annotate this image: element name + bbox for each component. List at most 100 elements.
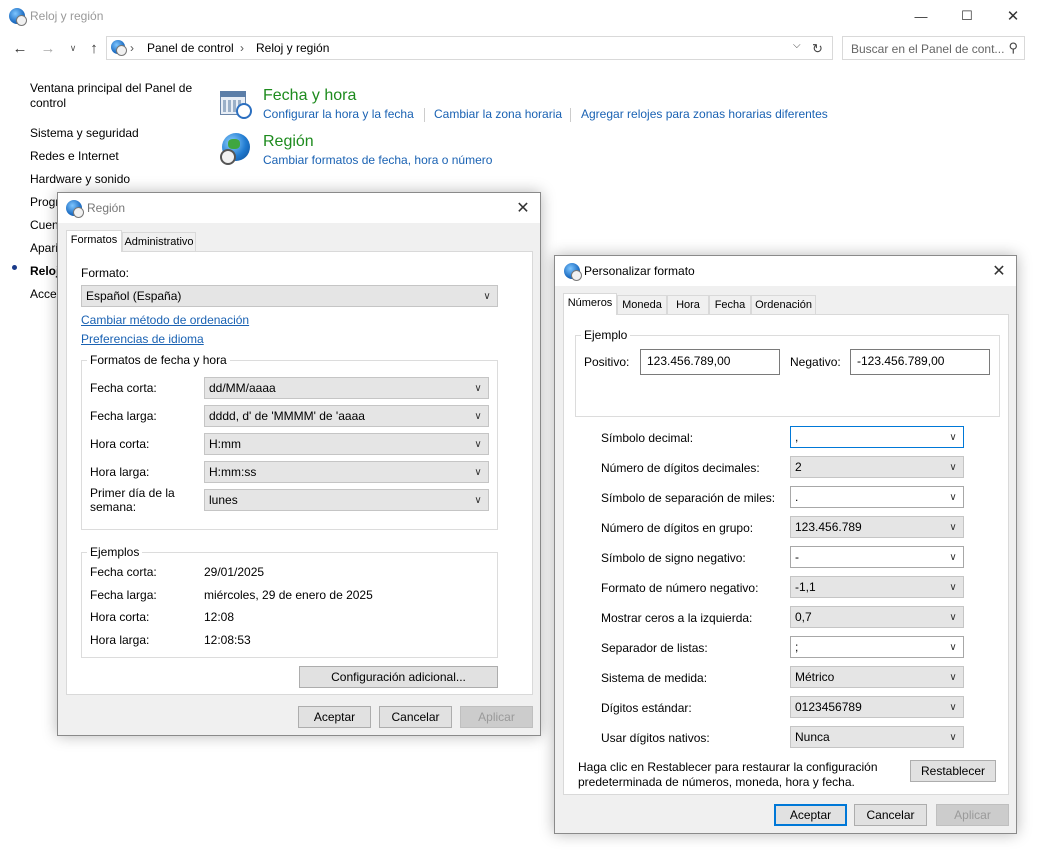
long-time-label: Hora larga: bbox=[90, 465, 150, 479]
decimal-digits-value: 2 bbox=[795, 460, 802, 474]
back-arrow-icon[interactable]: ← bbox=[10, 38, 30, 58]
positive-example-field: 123.456.789,00 bbox=[640, 349, 780, 375]
format-select[interactable]: Español (España) ∨ bbox=[81, 285, 498, 307]
negative-sign-select[interactable]: - ∨ bbox=[790, 546, 964, 568]
chevron-down-icon: ∨ bbox=[474, 494, 482, 506]
link-language-preferences[interactable]: Preferencias de idioma bbox=[81, 332, 204, 346]
refresh-icon[interactable]: ↻ bbox=[812, 41, 823, 57]
breadcrumb-control-panel[interactable]: Panel de control bbox=[147, 41, 234, 55]
up-arrow-icon[interactable]: ↑ bbox=[84, 38, 104, 58]
short-date-label: Fecha corta: bbox=[90, 381, 157, 395]
digit-grouping-select[interactable]: 123.456.789 ∨ bbox=[790, 516, 964, 538]
calendar-clock-icon bbox=[220, 89, 252, 119]
ok-button[interactable]: Aceptar bbox=[774, 804, 847, 826]
sidebar-item-accounts[interactable]: Cuen bbox=[30, 218, 59, 233]
tab-formats[interactable]: Formatos bbox=[66, 230, 122, 252]
tab-sorting[interactable]: Ordenación bbox=[751, 295, 816, 315]
link-set-date-time[interactable]: Configurar la hora y la fecha bbox=[263, 107, 414, 121]
decimal-symbol-select[interactable]: , ∨ bbox=[790, 426, 964, 448]
measurement-system-value: Métrico bbox=[795, 670, 835, 684]
tab-currency[interactable]: Moneda bbox=[617, 295, 667, 315]
long-date-select[interactable]: dddd, d' de 'MMMM' de 'aaaa ∨ bbox=[204, 405, 489, 427]
minimize-icon[interactable]: — bbox=[898, 0, 944, 32]
formats-panel: Formato: Español (España) ∨ Cambiar méto… bbox=[66, 251, 533, 695]
positive-value: 123.456.789,00 bbox=[647, 354, 731, 368]
decimal-symbol-label: Símbolo decimal: bbox=[601, 431, 694, 445]
native-digits-value: Nunca bbox=[795, 730, 830, 744]
example-label: Hora corta: bbox=[90, 610, 150, 624]
maximize-icon[interactable]: ☐ bbox=[944, 0, 990, 32]
long-date-value: dddd, d' de 'MMMM' de 'aaaa bbox=[209, 409, 365, 423]
standard-digits-select[interactable]: 0123456789 ∨ bbox=[790, 696, 964, 718]
reset-button[interactable]: Restablecer bbox=[910, 760, 996, 782]
decimal-digits-select[interactable]: 2 ∨ bbox=[790, 456, 964, 478]
negative-format-select[interactable]: -1,1 ∨ bbox=[790, 576, 964, 598]
breadcrumb-clock-region[interactable]: Reloj y región bbox=[256, 41, 329, 55]
reset-hint-line2: predeterminada de números, moneda, hora … bbox=[578, 775, 855, 789]
chevron-down-icon: ∨ bbox=[949, 491, 957, 503]
globe-clock-icon bbox=[220, 133, 252, 165]
sidebar-item-home[interactable]: Ventana principal del Panel de control bbox=[30, 81, 200, 111]
thousands-separator-select[interactable]: . ∨ bbox=[790, 486, 964, 508]
search-placeholder: Buscar en el Panel de cont... bbox=[851, 42, 1005, 56]
leading-zeros-select[interactable]: 0,7 ∨ bbox=[790, 606, 964, 628]
reset-hint-line1: Haga clic en Restablecer para restaurar … bbox=[578, 760, 878, 774]
short-time-select[interactable]: H:mm ∨ bbox=[204, 433, 489, 455]
sidebar-item-programs[interactable]: Progr bbox=[30, 195, 59, 210]
negative-sign-value: - bbox=[795, 550, 799, 564]
address-dropdown-icon[interactable]: ⌵ bbox=[793, 40, 801, 51]
additional-settings-button[interactable]: Configuración adicional... bbox=[299, 666, 498, 688]
short-date-select[interactable]: dd/MM/aaaa ∨ bbox=[204, 377, 489, 399]
negative-example-field: -123.456.789,00 bbox=[850, 349, 990, 375]
link-change-formats[interactable]: Cambiar formatos de fecha, hora o número bbox=[263, 153, 492, 167]
link-sort-method[interactable]: Cambiar método de ordenación bbox=[81, 313, 249, 327]
close-icon[interactable]: ✕ bbox=[512, 197, 534, 219]
sidebar-item-network[interactable]: Redes e Internet bbox=[30, 149, 119, 164]
apply-button[interactable]: Aplicar bbox=[936, 804, 1009, 826]
negative-label: Negativo: bbox=[790, 355, 841, 369]
chevron-down-icon: ∨ bbox=[474, 410, 482, 422]
format-label: Formato: bbox=[81, 266, 130, 280]
sidebar-item-hardware[interactable]: Hardware y sonido bbox=[30, 172, 130, 187]
first-day-select[interactable]: lunes ∨ bbox=[204, 489, 489, 511]
forward-arrow-icon[interactable]: → bbox=[38, 38, 58, 58]
native-digits-label: Usar dígitos nativos: bbox=[601, 731, 710, 745]
tab-date[interactable]: Fecha bbox=[709, 295, 751, 315]
close-icon[interactable]: ✕ bbox=[990, 0, 1036, 32]
long-time-value: H:mm:ss bbox=[209, 465, 257, 479]
link-add-clocks[interactable]: Agregar relojes para zonas horarias dife… bbox=[581, 107, 828, 121]
chevron-down-icon: ∨ bbox=[949, 641, 957, 653]
recent-chevron-icon[interactable]: ∨ bbox=[63, 38, 83, 58]
sidebar-item-appearance[interactable]: Apari bbox=[30, 241, 58, 256]
chevron-down-icon: ∨ bbox=[949, 551, 957, 563]
cancel-button[interactable]: Cancelar bbox=[854, 804, 927, 826]
group-title: Ejemplo bbox=[581, 328, 631, 342]
apply-button[interactable]: Aplicar bbox=[460, 706, 533, 728]
positive-label: Positivo: bbox=[584, 355, 630, 369]
link-change-timezone[interactable]: Cambiar la zona horaria bbox=[434, 107, 562, 121]
customize-format-dialog: Personalizar formato ✕ Números Moneda Ho… bbox=[554, 255, 1017, 834]
cancel-button[interactable]: Cancelar bbox=[379, 706, 452, 728]
category-date-time-title[interactable]: Fecha y hora bbox=[263, 87, 356, 105]
measurement-system-select[interactable]: Métrico ∨ bbox=[790, 666, 964, 688]
link-divider bbox=[424, 108, 425, 122]
category-region-title[interactable]: Región bbox=[263, 133, 314, 151]
sidebar-item-security[interactable]: Sistema y seguridad bbox=[30, 126, 139, 141]
chevron-down-icon: ∨ bbox=[949, 701, 957, 713]
measurement-system-label: Sistema de medida: bbox=[601, 671, 708, 685]
sidebar-item-clock[interactable]: Reloj bbox=[30, 264, 59, 279]
chevron-down-icon: ∨ bbox=[474, 466, 482, 478]
customize-dialog-title: Personalizar formato bbox=[584, 264, 695, 278]
list-separator-label: Separador de listas: bbox=[601, 641, 708, 655]
chevron-down-icon: ∨ bbox=[949, 431, 957, 443]
search-input[interactable]: Buscar en el Panel de cont... ⚲ bbox=[842, 36, 1025, 60]
address-bar[interactable]: › Panel de control › Reloj y región ⌵ bbox=[106, 36, 833, 60]
native-digits-select[interactable]: Nunca ∨ bbox=[790, 726, 964, 748]
long-time-select[interactable]: H:mm:ss ∨ bbox=[204, 461, 489, 483]
tab-time[interactable]: Hora bbox=[667, 295, 709, 315]
list-separator-select[interactable]: ; ∨ bbox=[790, 636, 964, 658]
tab-numbers[interactable]: Números bbox=[563, 293, 617, 315]
close-icon[interactable]: ✕ bbox=[988, 260, 1010, 282]
ok-button[interactable]: Aceptar bbox=[298, 706, 371, 728]
tab-administrative[interactable]: Administrativo bbox=[122, 232, 196, 252]
